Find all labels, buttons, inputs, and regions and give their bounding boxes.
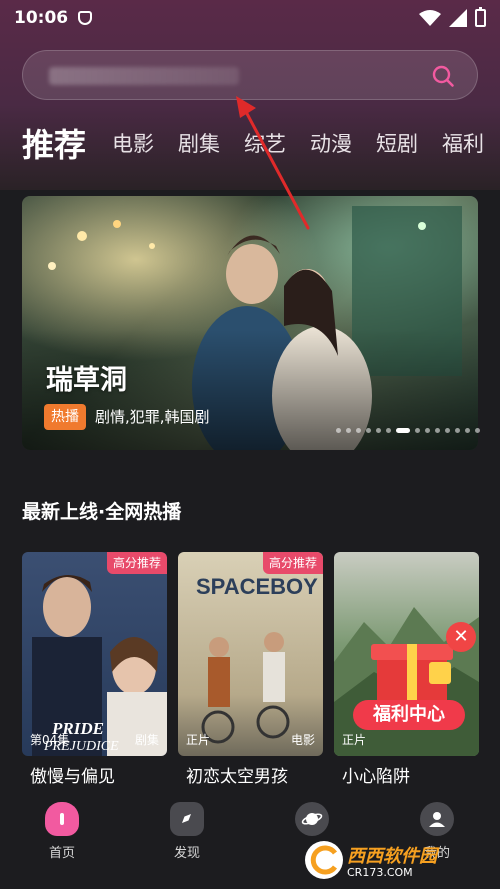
carousel-dot[interactable] <box>435 428 440 433</box>
banner-title: 瑞草洞 <box>46 365 127 396</box>
media-card[interactable]: PRIDE PREJUDICE 高分推荐 第04集 剧集 <box>22 552 167 756</box>
card-episode: 正片 <box>186 733 211 747</box>
carousel-dot[interactable] <box>366 428 371 433</box>
tab-variety[interactable]: 综艺 <box>244 128 286 158</box>
featured-banner[interactable]: 瑞草洞 热播 剧情,犯罪,韩国剧 <box>22 196 478 450</box>
carousel-dot[interactable] <box>425 428 430 433</box>
wifi-icon <box>419 10 441 26</box>
media-card[interactable]: SPACEBOY 高分推荐 正片 电影 <box>178 552 323 756</box>
carousel-dot[interactable] <box>455 428 460 433</box>
watermark: 西西软件园 CR173.COM <box>305 838 485 882</box>
close-icon[interactable]: ✕ <box>446 622 476 652</box>
card-title[interactable]: 小心陷阱 <box>342 762 472 784</box>
card-type: 剧集 <box>134 733 159 747</box>
hot-badge: 热播 <box>44 404 86 430</box>
nav-discover[interactable]: 发现 <box>157 802 217 861</box>
nav-home[interactable]: 首页 <box>32 802 92 861</box>
carousel-dot[interactable] <box>356 428 361 433</box>
carousel-dot[interactable] <box>475 428 480 433</box>
shield-icon <box>78 11 93 25</box>
home-icon <box>45 802 79 836</box>
signal-icon <box>449 9 467 27</box>
tab-welfare[interactable]: 福利 <box>442 128 484 158</box>
card-tag: 高分推荐 <box>106 552 167 574</box>
tab-short-drama[interactable]: 短剧 <box>376 128 418 158</box>
compass-icon <box>170 802 204 836</box>
card-tag: 高分推荐 <box>262 552 323 574</box>
carousel-dot[interactable] <box>346 428 351 433</box>
tab-recommend[interactable]: 推荐 <box>22 120 86 166</box>
carousel-dot-active[interactable] <box>396 428 410 433</box>
poster-text: SPACEBOY <box>196 574 318 599</box>
tab-series[interactable]: 剧集 <box>178 128 220 158</box>
search-placeholder-blurred <box>49 67 239 85</box>
carousel-dot[interactable] <box>465 428 470 433</box>
search-icon[interactable] <box>431 64 455 88</box>
category-tabs: 推荐 电影 剧集 综艺 动漫 短剧 福利 <box>22 118 500 168</box>
carousel-indicator <box>336 428 480 433</box>
card-type: 电影 <box>290 733 315 747</box>
welfare-center-label: 福利中心 <box>353 700 465 730</box>
nav-label: 首页 <box>48 846 75 861</box>
status-time: 10:06 <box>14 8 69 28</box>
card-episode: 第04集 <box>30 733 70 747</box>
poster-image: PRIDE PREJUDICE <box>32 574 167 756</box>
user-icon <box>420 802 454 836</box>
watermark-name: 西西软件园 <box>347 845 437 867</box>
poster-image: SPACEBOY <box>196 574 318 744</box>
status-bar: 10:06 <box>0 0 500 36</box>
banner-genres: 剧情,犯罪,韩国剧 <box>95 408 210 426</box>
carousel-dot[interactable] <box>376 428 381 433</box>
section-title: 最新上线·全网热播 <box>22 501 182 523</box>
card-title[interactable]: 初恋太空男孩 <box>186 762 316 784</box>
welfare-popup[interactable]: ✕ 福利中心 <box>343 618 478 748</box>
nav-planet[interactable] <box>282 802 342 842</box>
carousel-dot[interactable] <box>445 428 450 433</box>
watermark-logo-icon <box>305 841 343 879</box>
card-title[interactable]: 傲慢与偏见 <box>30 762 160 784</box>
tab-anime[interactable]: 动漫 <box>310 128 352 158</box>
planet-icon <box>295 802 329 836</box>
carousel-dot[interactable] <box>415 428 420 433</box>
carousel-dot[interactable] <box>336 428 341 433</box>
battery-icon <box>475 7 486 27</box>
carousel-dot[interactable] <box>386 428 391 433</box>
nav-label: 发现 <box>173 846 200 861</box>
search-input[interactable] <box>22 50 478 100</box>
tab-movie[interactable]: 电影 <box>112 128 154 158</box>
